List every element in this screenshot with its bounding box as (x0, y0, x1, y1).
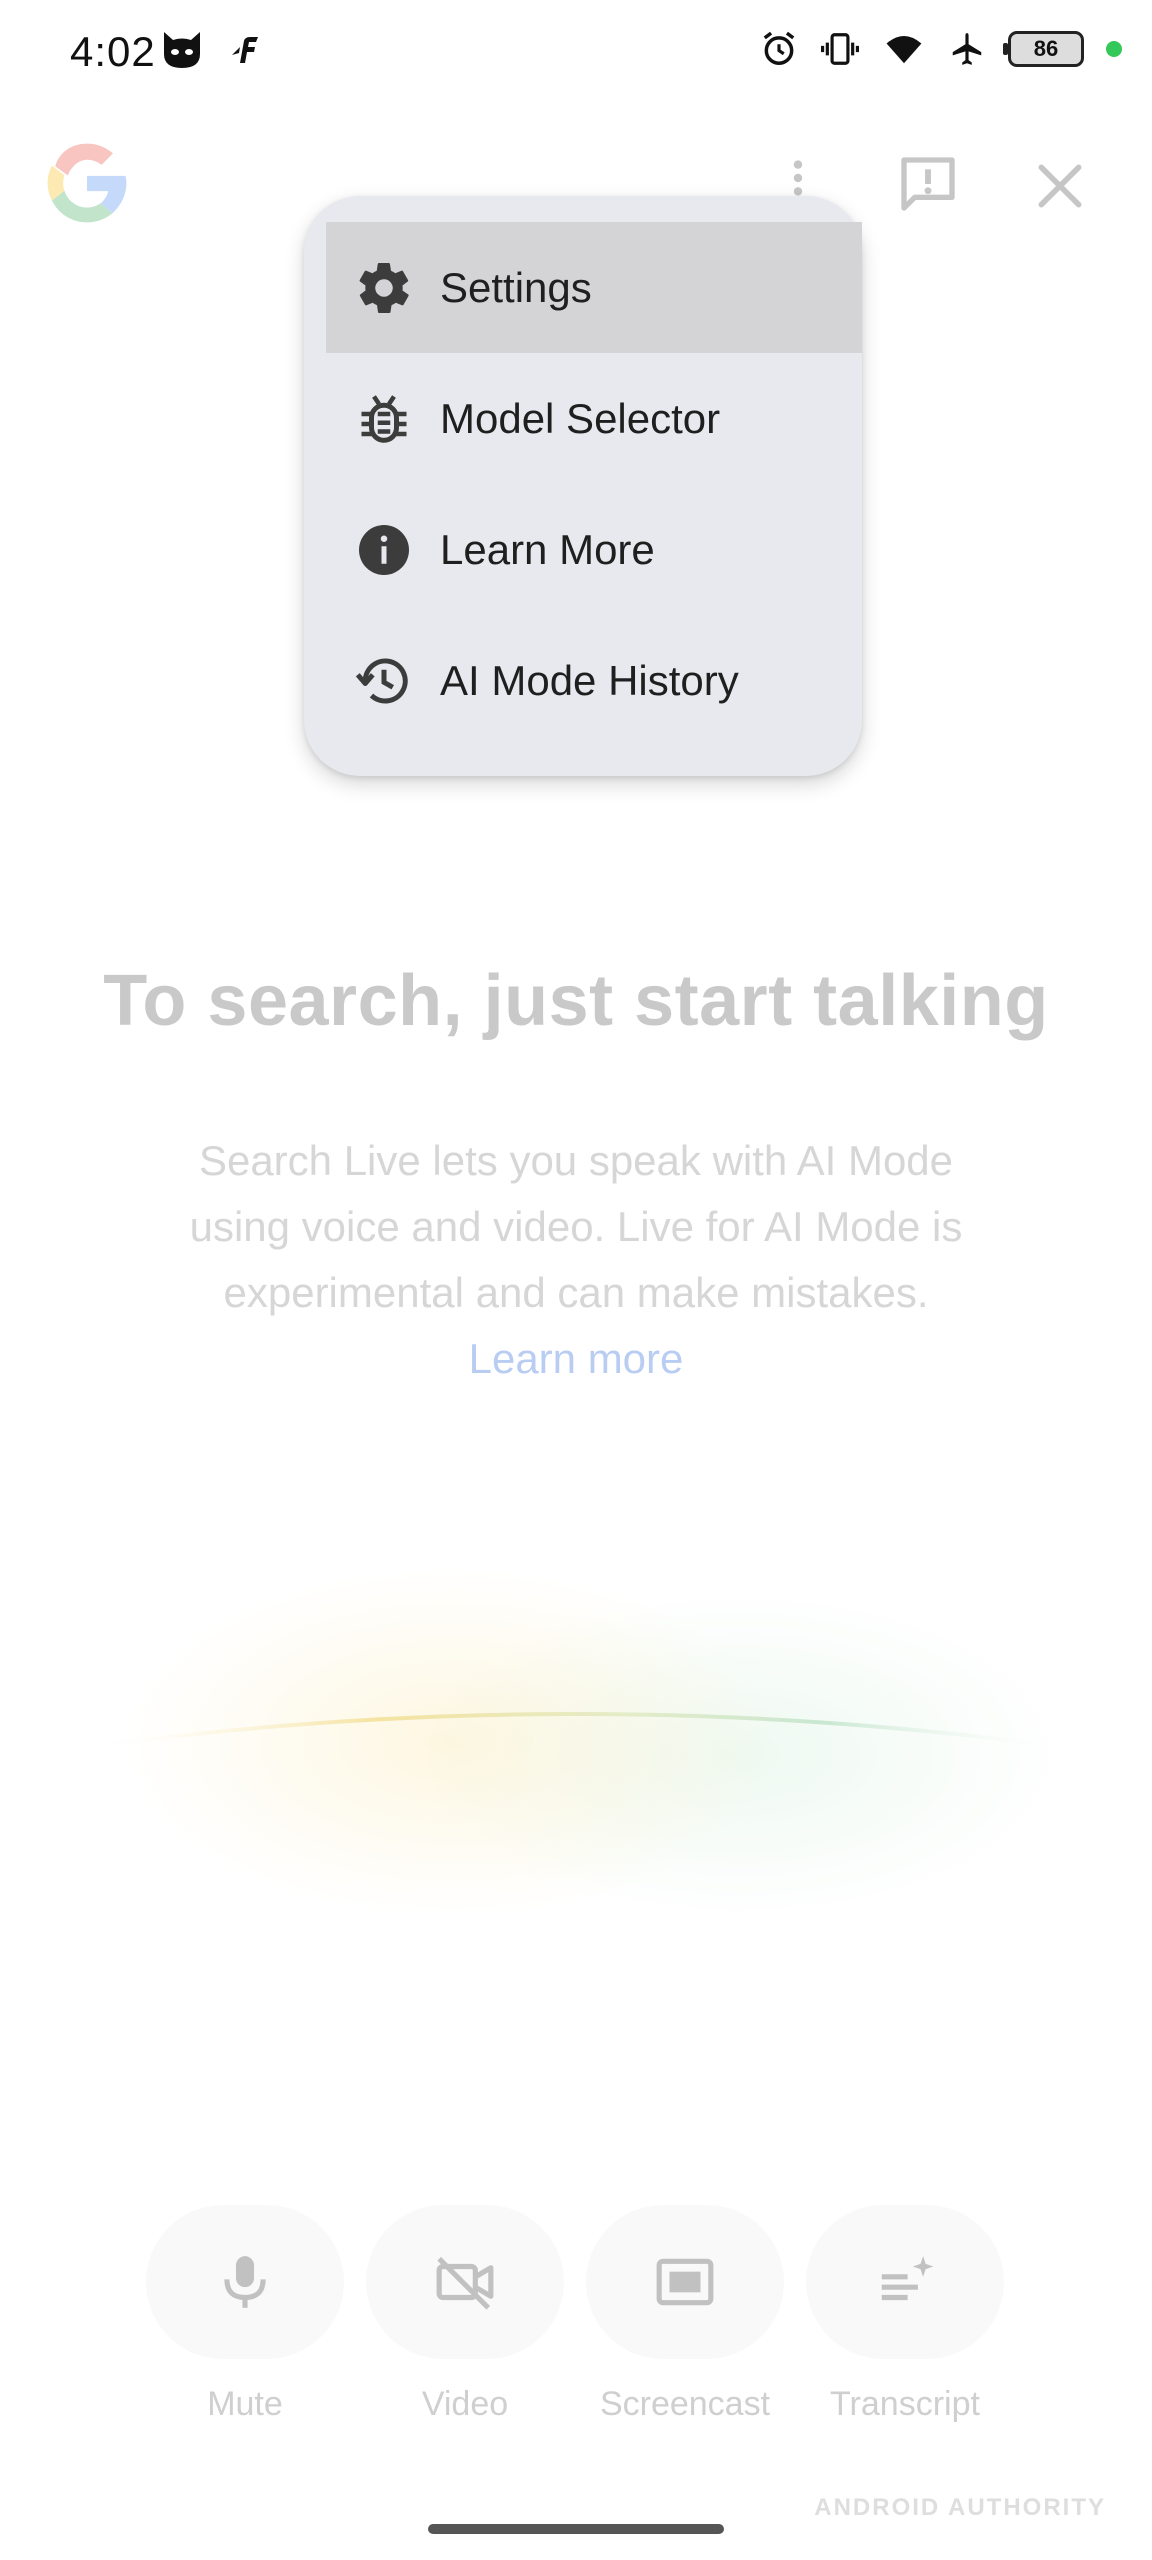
screencast-label: Screencast (599, 2385, 771, 2423)
page-description: Search Live lets you speak with AI Mode … (176, 1128, 976, 1392)
history-icon (355, 658, 408, 703)
vibrate-icon (821, 33, 859, 65)
bug-icon (361, 394, 407, 443)
watermark: ANDROID AUTHORITY (814, 2494, 1106, 2521)
status-system-icons: 86 (760, 30, 1122, 68)
page-title: To search, just start talking (103, 961, 1049, 1041)
menu-item-ai-mode-history[interactable]: AI Mode History (326, 615, 862, 746)
transcript-label: Transcript (830, 2385, 980, 2423)
mute-control: Mute (146, 2205, 344, 2424)
wifi-icon (886, 35, 922, 64)
video-off-icon (436, 2256, 494, 2310)
app-f-icon (232, 37, 258, 63)
screencast-control: Screencast (586, 2205, 784, 2424)
transcript-control: Transcript (806, 2205, 1004, 2424)
video-button[interactable] (366, 2205, 564, 2359)
airplane-mode-icon (952, 33, 982, 65)
video-control: Video (366, 2205, 564, 2424)
menu-item-label: Settings (440, 263, 592, 311)
menu-item-label: Learn More (440, 525, 655, 573)
voice-arc (80, 1712, 1070, 1750)
google-logo (47, 143, 127, 223)
menu-item-model-selector[interactable]: Model Selector (326, 353, 862, 484)
menu-item-learn-more[interactable]: Learn More (326, 484, 862, 615)
battery-icon: 86 (1003, 31, 1084, 67)
mute-button[interactable] (146, 2205, 344, 2359)
info-icon (359, 524, 409, 575)
feedback-icon[interactable] (896, 152, 960, 216)
close-icon[interactable] (1032, 158, 1088, 214)
menu-item-label: AI Mode History (440, 656, 739, 704)
live-controls: Mute Video Screencast Transcript (146, 2205, 1004, 2424)
mic-icon (224, 2256, 266, 2308)
learn-more-link[interactable]: Learn more (469, 1335, 684, 1382)
home-indicator[interactable] (428, 2524, 724, 2534)
status-notification-icons (160, 30, 260, 70)
menu-item-label: Model Selector (440, 394, 721, 442)
gear-icon (359, 262, 409, 313)
menu-item-settings[interactable]: Settings (326, 222, 862, 353)
mute-label: Mute (207, 2385, 283, 2423)
overflow-menu: Settings Model Selector Learn More AI Mo… (304, 196, 862, 776)
transcript-button[interactable] (806, 2205, 1004, 2359)
status-bar: 4:02 86 (0, 0, 1152, 110)
screencast-icon (656, 2258, 714, 2306)
alarm-icon (763, 31, 795, 65)
transcript-icon (881, 2256, 934, 2301)
privacy-indicator-dot (1106, 41, 1122, 57)
description-text: Search Live lets you speak with AI Mode … (189, 1137, 963, 1316)
screencast-button[interactable] (586, 2205, 784, 2359)
status-time: 4:02 (70, 28, 156, 75)
video-label: Video (421, 2385, 509, 2423)
cat-app-icon (164, 32, 200, 68)
more-vert-icon[interactable] (775, 155, 821, 201)
